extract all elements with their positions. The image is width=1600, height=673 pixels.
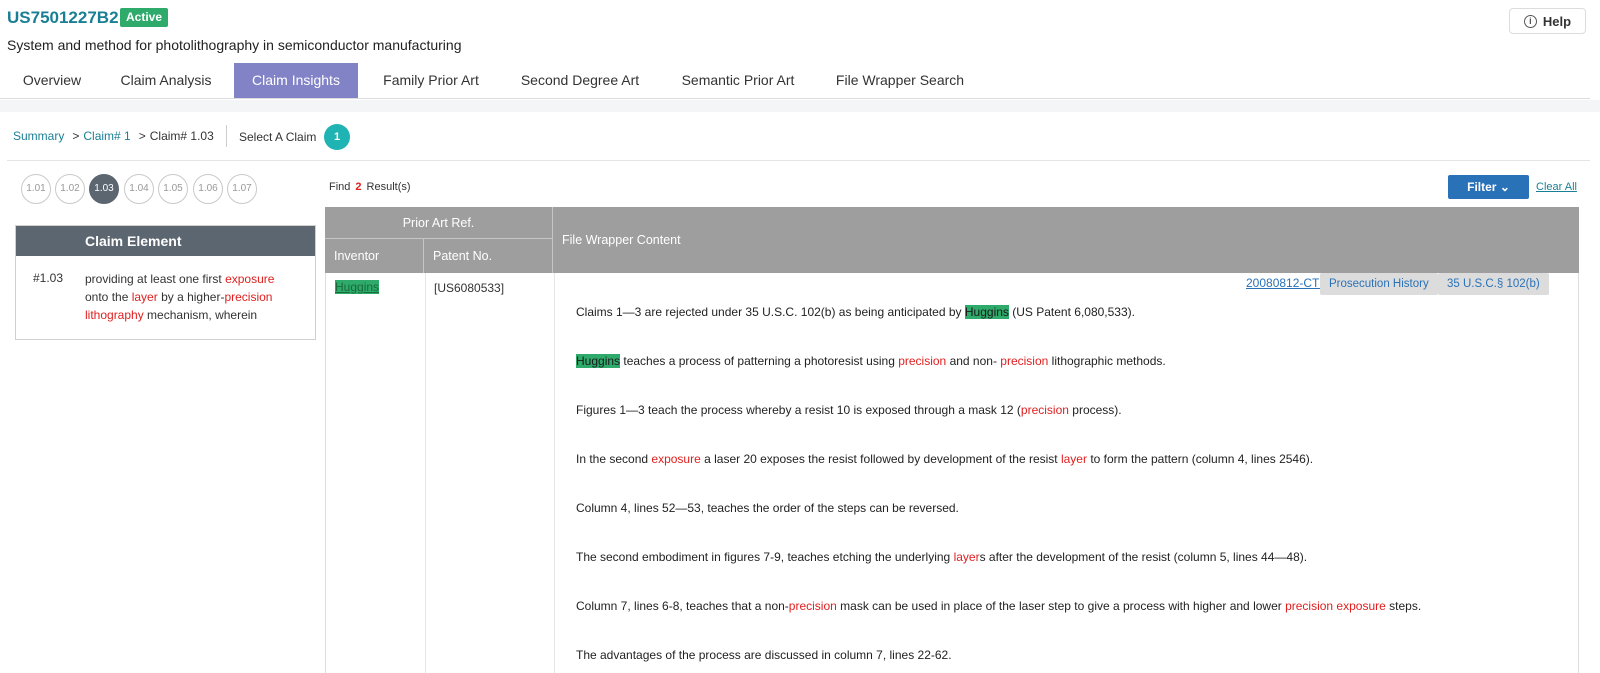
status-badge: Active xyxy=(120,8,169,27)
tab-semantic-prior-art[interactable]: Semantic Prior Art xyxy=(668,63,808,98)
breadcrumb-claim[interactable]: Claim# 1 xyxy=(83,129,130,143)
results-find-label: Find xyxy=(329,181,351,193)
claim-pill-1-02[interactable]: 1.02 xyxy=(55,174,85,204)
breadcrumb-separator: > xyxy=(138,129,146,143)
keyword-highlight: layer xyxy=(1060,452,1087,466)
breadcrumb-divider xyxy=(226,125,227,147)
text-segment: Column 7, lines 6-8, teaches that a non- xyxy=(576,599,789,613)
keyword-highlight: precision exposure xyxy=(1285,599,1386,613)
content-paragraph: Claims 1—3 are rejected under 35 U.S.C. … xyxy=(576,305,1135,319)
breadcrumb: Summary > Claim# 1 > Claim# 1.03 xyxy=(13,129,214,143)
tab-overview[interactable]: Overview xyxy=(8,63,96,98)
info-icon: i xyxy=(1523,14,1537,28)
claim-pill-1-03[interactable]: 1.03 xyxy=(89,174,119,204)
text-segment: lithographic methods. xyxy=(1048,354,1166,368)
keyword-highlight: precision xyxy=(1000,354,1049,368)
breadcrumb-summary[interactable]: Summary xyxy=(13,129,64,143)
claim-pill-1-04[interactable]: 1.04 xyxy=(124,174,154,204)
text-segment: teaches a process of patterning a photor… xyxy=(620,354,899,368)
content-paragraph: Column 4, lines 52—53, teaches the order… xyxy=(576,501,959,515)
table-row: Huggins [US6080533] xyxy=(325,273,1579,673)
inventor-highlight: Huggins xyxy=(964,305,1009,319)
column-divider xyxy=(425,273,426,673)
keyword-highlight: precision xyxy=(1020,403,1069,417)
text-segment: steps. xyxy=(1385,599,1422,613)
content-paragraph: Huggins teaches a process of patterning … xyxy=(576,354,1166,368)
text-segment: process). xyxy=(1068,403,1122,417)
text-segment: Claims 1—3 are rejected under 35 U.S.C. … xyxy=(576,305,965,319)
claim-text-segment: mechanism, wherein xyxy=(143,308,258,322)
claim-pill-1-05[interactable]: 1.05 xyxy=(158,174,188,204)
claim-keyword: exposure xyxy=(225,272,275,286)
col-patent-no: Patent No. xyxy=(424,239,553,273)
text-segment: to form the pattern (column 4, lines 254… xyxy=(1086,452,1314,466)
claim-pill-1-06[interactable]: 1.06 xyxy=(193,174,223,204)
filter-button[interactable]: Filter ⌄ xyxy=(1448,175,1529,199)
patent-title: System and method for photolithography i… xyxy=(7,37,462,53)
help-label: Help xyxy=(1542,13,1572,29)
text-segment: In the second xyxy=(576,452,652,466)
results-suffix: Result(s) xyxy=(366,181,411,193)
keyword-highlight: precision xyxy=(898,354,947,368)
results-count: Find 2 Result(s) xyxy=(329,181,411,193)
results-number: 2 xyxy=(355,181,362,193)
keyword-highlight: exposure xyxy=(651,452,701,466)
text-segment: (US Patent 6,080,533). xyxy=(1008,305,1135,319)
text-segment: The advantages of the process are discus… xyxy=(576,648,952,662)
filter-label: Filter xyxy=(1467,180,1497,194)
text-segment: The second embodiment in figures 7-9, te… xyxy=(576,550,954,564)
claim-element-panel: Claim Element #1.03 providing at least o… xyxy=(15,225,316,340)
patent-number: [US6080533] xyxy=(434,281,505,295)
content-paragraph: Column 7, lines 6-8, teaches that a non-… xyxy=(576,599,1421,613)
clear-all-link[interactable]: Clear All xyxy=(1536,181,1577,193)
inventor-highlight: Huggins xyxy=(576,354,621,368)
select-claim-label: Select A Claim xyxy=(239,130,317,144)
text-segment: and non- xyxy=(946,354,1001,368)
tab-claim-analysis[interactable]: Claim Analysis xyxy=(108,63,224,98)
claim-pill-1-01[interactable]: 1.01 xyxy=(21,174,51,204)
tab-bar: Overview Claim Analysis Claim Insights F… xyxy=(0,63,1590,99)
tab-file-wrapper-search[interactable]: File Wrapper Search xyxy=(824,63,976,98)
tab-second-degree-art[interactable]: Second Degree Art xyxy=(508,63,652,98)
col-file-wrapper-content: File Wrapper Content xyxy=(562,233,681,247)
column-divider xyxy=(554,273,555,673)
patent-id: US7501227B2 xyxy=(7,8,119,27)
claim-keyword: layer xyxy=(131,290,158,304)
keyword-highlight: layer xyxy=(953,550,980,564)
breadcrumb-current: Claim# 1.03 xyxy=(149,129,214,143)
claim-text-segment: providing at least one first xyxy=(85,272,226,286)
chevron-down-icon: ⌄ xyxy=(1499,180,1510,194)
content-paragraph: The advantages of the process are discus… xyxy=(576,648,952,662)
inventor-name[interactable]: Huggins xyxy=(335,280,380,294)
claim-element-header: Claim Element xyxy=(16,226,315,256)
help-button[interactable]: i Help xyxy=(1509,8,1586,34)
tag-35-usc-102b[interactable]: 35 U.S.C.§ 102(b) xyxy=(1438,273,1549,295)
select-claim-button[interactable]: 1 xyxy=(324,124,350,150)
text-segment: Figures 1—3 teach the process whereby a … xyxy=(576,403,1021,417)
claim-text-segment: onto the xyxy=(85,290,132,304)
content-paragraph: The second embodiment in figures 7-9, te… xyxy=(576,550,1307,564)
keyword-highlight: precision xyxy=(788,599,837,613)
claim-element-number: #1.03 xyxy=(33,271,64,285)
breadcrumb-separator: > xyxy=(72,129,80,143)
col-inventor: Inventor xyxy=(325,239,424,273)
content-gutter xyxy=(0,100,1600,112)
text-segment: Column 4, lines 52—53, teaches the order… xyxy=(576,501,959,515)
claim-text-segment: by a higher- xyxy=(157,290,225,304)
text-segment: mask can be used in place of the laser s… xyxy=(836,599,1286,613)
inventor-link[interactable]: Huggins xyxy=(335,280,380,294)
divider xyxy=(7,160,1590,161)
tab-family-prior-art[interactable]: Family Prior Art xyxy=(370,63,492,98)
text-segment: s after the development of the resist (c… xyxy=(979,550,1308,564)
tab-claim-insights[interactable]: Claim Insights xyxy=(234,63,358,98)
tag-prosecution-history[interactable]: Prosecution History xyxy=(1320,273,1438,295)
claim-element-text: providing at least one first exposure on… xyxy=(85,270,295,324)
results-table-header: Prior Art Ref. Inventor Patent No. File … xyxy=(325,207,1579,273)
claim-pill-1-07[interactable]: 1.07 xyxy=(227,174,257,204)
text-segment: a laser 20 exposes the resist followed b… xyxy=(700,452,1061,466)
content-paragraph: In the second exposure a laser 20 expose… xyxy=(576,452,1313,466)
col-prior-art-ref: Prior Art Ref. xyxy=(325,207,553,239)
content-paragraph: Figures 1—3 teach the process whereby a … xyxy=(576,403,1122,417)
